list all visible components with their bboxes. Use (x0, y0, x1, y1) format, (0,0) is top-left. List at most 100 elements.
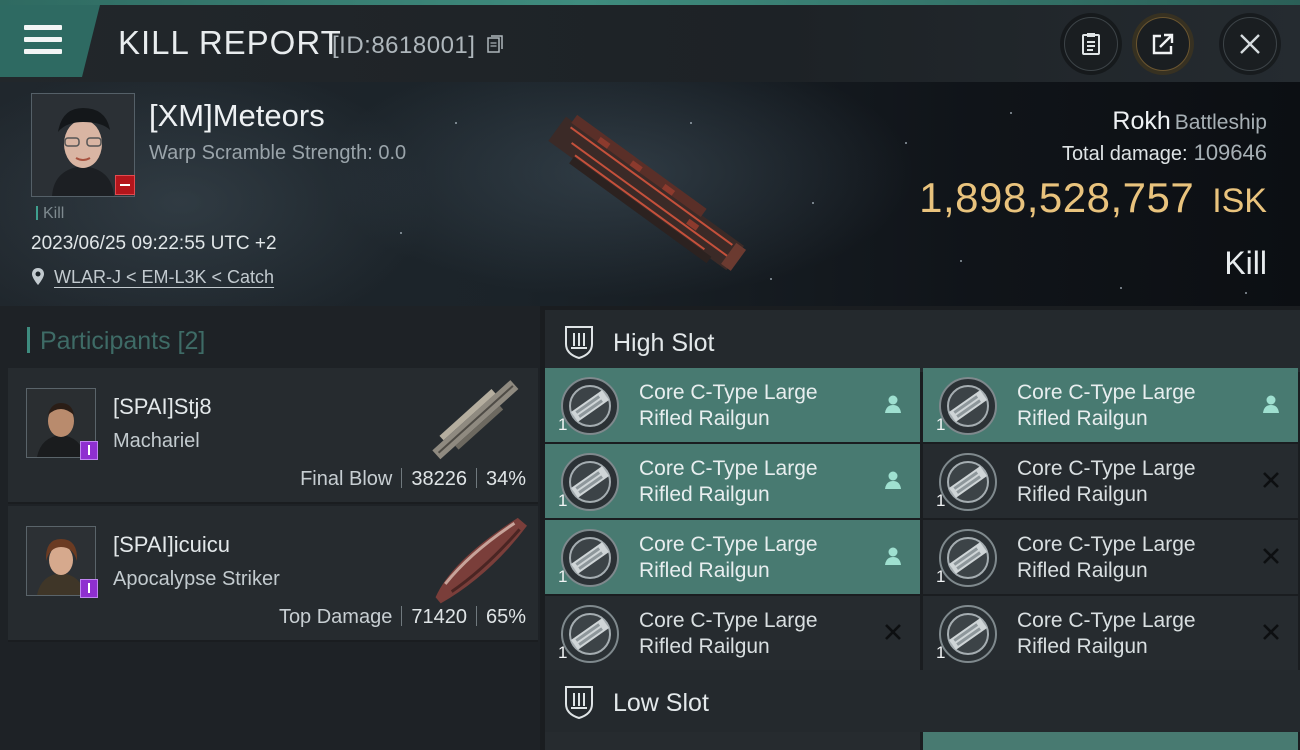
module-name-line: Core C-Type Large (1017, 381, 1196, 404)
module-quantity: 1 (558, 567, 568, 586)
clipboard-button[interactable] (1064, 17, 1118, 71)
low-slot-icon (565, 686, 593, 720)
security-status-badge (115, 175, 135, 195)
isk-value: 1,898,528,757 (919, 174, 1195, 221)
participants-title: Participants [2] (27, 327, 205, 356)
high-slot-header: High Slot (545, 310, 1300, 372)
railgun-module-icon (561, 529, 619, 587)
module-name: Core C-Type Large Rifled Railgun (1017, 380, 1227, 432)
participant-row[interactable]: [SPAI]icuicu Apocalypse Striker Top Dama… (8, 506, 538, 642)
dropped-person-icon (885, 471, 901, 489)
participant-stats: Final Blow 38226 34% (300, 468, 526, 491)
module-name-line: Core C-Type Large (1017, 533, 1196, 556)
module-name-line: Rifled Railgun (1017, 559, 1148, 582)
ship-class: Battleship (1174, 111, 1267, 134)
report-id: [ID:8618001] (332, 32, 476, 59)
participant-role: Final Blow (300, 468, 393, 490)
module-quantity: 1 (558, 491, 568, 510)
participant-row[interactable]: [SPAI]Stj8 Machariel Final Blow 38226 34% (8, 368, 538, 504)
isk-value-line: 1,898,528,757 ISK (919, 174, 1267, 222)
module-name: Core C-Type Large Rifled Railgun (639, 608, 849, 660)
menu-button[interactable] (0, 5, 100, 77)
railgun-module-icon (939, 529, 997, 587)
participant-ship-image (432, 380, 519, 460)
module-name: Core C-Type Large Rifled Railgun (639, 380, 849, 432)
top-accent-line (0, 0, 1300, 5)
isk-unit: ISK (1212, 182, 1267, 220)
low-slot-title: Low Slot (613, 689, 709, 717)
module-quantity: 1 (936, 415, 946, 434)
fittings-panel: High Slot 1 Core C-Type Large Rifled Railg… (545, 306, 1300, 750)
module-name-line: Rifled Railgun (639, 559, 770, 582)
high-slot-module[interactable]: 1 Core C-Type Large Rifled Railgun (545, 368, 920, 442)
high-slot-icon (565, 326, 593, 360)
victim-banner: [XM]Meteors Warp Scramble Strength: 0.0 … (0, 82, 1300, 306)
copy-icon[interactable] (487, 35, 503, 53)
dropped-person-icon (1263, 395, 1279, 413)
participant-stats: Top Damage 71420 65% (279, 606, 526, 629)
location-pin-icon (32, 268, 44, 285)
total-damage: Total damage: 109646 (1062, 140, 1267, 166)
destroyed-x-icon (1263, 624, 1279, 640)
page-title: KILL REPORT (118, 24, 342, 61)
module-name-line: Rifled Railgun (639, 483, 770, 506)
high-slot-module[interactable]: 1 Core C-Type Large Rifled Railgun (923, 444, 1298, 518)
participant-damage: 38226 (411, 468, 467, 490)
low-slot-header: Low Slot (545, 670, 1300, 732)
participant-name[interactable]: [SPAI]icuicu (113, 532, 230, 558)
warp-scramble-strength: Warp Scramble Strength: 0.0 (149, 142, 407, 164)
ship-name[interactable]: Rokh (1112, 107, 1170, 135)
victim-name[interactable]: [XM]Meteors (149, 98, 325, 134)
module-name-line: Rifled Railgun (1017, 635, 1148, 658)
destroyed-x-icon (1263, 548, 1279, 564)
destroyed-x-icon (1263, 472, 1279, 488)
module-name: Core C-Type Large Rifled Railgun (1017, 532, 1227, 584)
high-slot-module[interactable]: 1 Core C-Type Large Rifled Railgun (545, 444, 920, 518)
high-slot-module[interactable]: 1 Core C-Type Large Rifled Railgun (923, 368, 1298, 442)
victim-ship-line: Rokh Battleship (1112, 107, 1267, 136)
dropped-person-icon (885, 547, 901, 565)
high-slot-module[interactable]: 1 Core C-Type Large Rifled Railgun (545, 520, 920, 594)
low-slot-module[interactable] (923, 732, 1298, 750)
module-quantity: 1 (936, 643, 946, 662)
module-name-line: Core C-Type Large (639, 533, 818, 556)
kill-location-link[interactable]: WLAR-J < EM-L3K < Catch (54, 267, 274, 288)
participant-ship: Apocalypse Striker (113, 568, 280, 590)
hamburger-menu-icon (24, 25, 62, 55)
module-name: Core C-Type Large Rifled Railgun (639, 456, 849, 508)
participant-percent: 34% (485, 468, 526, 490)
low-slot-module[interactable] (545, 732, 920, 750)
role-badge (80, 579, 98, 598)
kill-datetime: 2023/06/25 09:22:55 UTC +2 (31, 233, 277, 254)
participant-role: Top Damage (278, 606, 393, 628)
module-name-line: Rifled Railgun (639, 635, 770, 658)
kill-tag: Kill (36, 205, 64, 223)
share-button[interactable] (1136, 17, 1190, 71)
dropped-person-icon (885, 395, 901, 413)
participants-panel: Participants [2] [SPAI]Stj8 Machariel Fi… (0, 306, 540, 750)
total-damage-value: 109646 (1193, 140, 1267, 165)
participant-percent: 65% (485, 606, 526, 628)
module-quantity: 1 (936, 491, 946, 510)
participant-ship-image (435, 517, 528, 604)
module-quantity: 1 (558, 415, 568, 434)
participant-damage: 71420 (411, 606, 467, 628)
share-icon (1152, 33, 1174, 55)
role-badge (80, 441, 98, 460)
participant-name[interactable]: [SPAI]Stj8 (113, 394, 212, 420)
railgun-module-icon (561, 605, 619, 663)
destroyed-x-icon (885, 624, 901, 640)
total-damage-label: Total damage: (1061, 143, 1188, 165)
high-slot-module[interactable]: 1 Core C-Type Large Rifled Railgun (923, 520, 1298, 594)
module-name: Core C-Type Large Rifled Railgun (1017, 456, 1227, 508)
close-icon (1240, 34, 1260, 54)
module-name: Core C-Type Large Rifled Railgun (1017, 608, 1227, 660)
top-bar: KILL REPORT [ID:8618001] (0, 0, 1300, 82)
high-slot-module[interactable]: 1 Core C-Type Large Rifled Railgun (923, 596, 1298, 670)
clipboard-icon (1082, 33, 1100, 55)
module-name-line: Core C-Type Large (639, 457, 818, 480)
railgun-module-icon (939, 605, 997, 663)
close-button[interactable] (1223, 17, 1277, 71)
high-slot-module[interactable]: 1 Core C-Type Large Rifled Railgun (545, 596, 920, 670)
module-name-line: Core C-Type Large (1017, 457, 1196, 480)
